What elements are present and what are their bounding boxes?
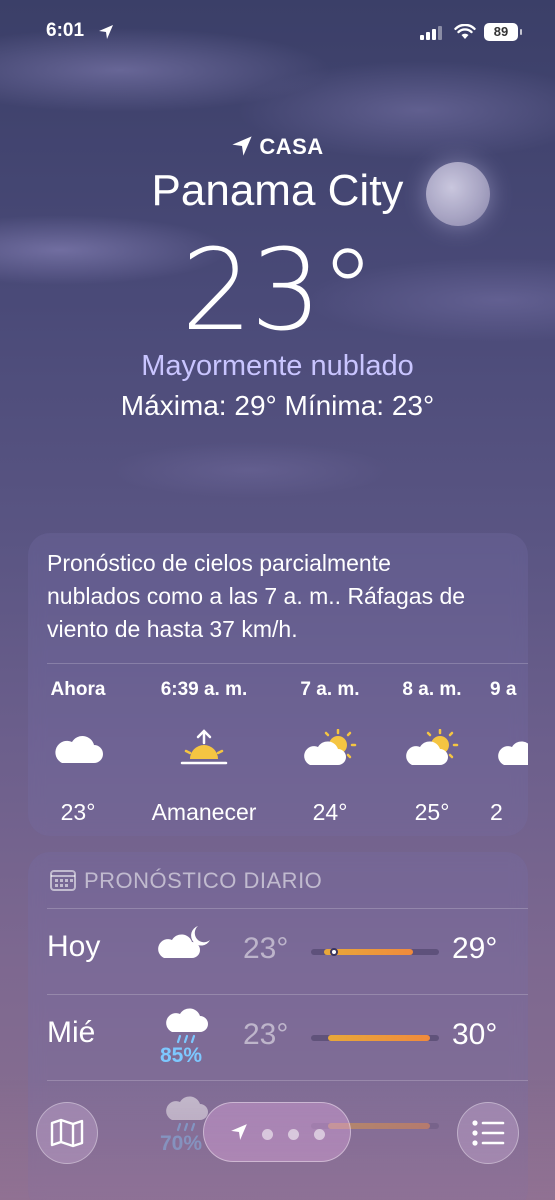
location-arrow-icon: [99, 25, 113, 39]
partly-sunny-icon: [498, 741, 528, 765]
page-dot[interactable]: [288, 1129, 299, 1140]
sunrise-icon: [180, 729, 228, 765]
day-high: 30°: [452, 1018, 498, 1051]
map-button[interactable]: [36, 1102, 98, 1164]
daily-header-label: PRONÓSTICO DIARIO: [84, 868, 323, 893]
partly-sunny-icon: [406, 729, 459, 765]
hour-item: Ahora 23°: [28, 673, 128, 833]
divider: [47, 994, 528, 995]
locations-list-button[interactable]: [457, 1102, 519, 1164]
sunrise-label: Amanecer: [151, 799, 257, 825]
hour-time: 6:39 a. m.: [160, 679, 248, 700]
wifi-icon: [454, 24, 476, 39]
divider: [47, 908, 528, 909]
daily-header: PRONÓSTICO DIARIO: [50, 868, 322, 894]
hour-item: 6:39 a. m. Amanecer: [134, 673, 274, 833]
partly-sunny-icon: [304, 729, 357, 765]
hour-time: 7 a. m.: [300, 679, 360, 700]
divider: [47, 663, 528, 664]
location-arrow-icon: [232, 136, 252, 156]
day-name: Mié: [47, 1016, 96, 1049]
status-time: 6:01: [46, 20, 85, 41]
cloud-rain-icon: [166, 1008, 208, 1044]
temperature-range-bar: [311, 948, 439, 956]
day-low: 23°: [243, 1018, 289, 1051]
precipitation-chance: 85%: [159, 1044, 203, 1067]
day-row[interactable]: Mié 85% 23° 30°: [28, 996, 528, 1082]
status-bar: 6:01 89: [0, 18, 555, 48]
hour-time: Ahora: [50, 679, 106, 700]
cellular-signal-icon: [420, 26, 442, 40]
hour-temperature: 25°: [414, 799, 450, 825]
hour-time: 9 a: [490, 679, 517, 700]
current-temperature: 23°: [181, 226, 376, 356]
hour-temperature: 23°: [60, 799, 96, 825]
day-low: 23°: [243, 932, 289, 965]
location-label: CASA: [259, 134, 324, 159]
location-pager[interactable]: [203, 1102, 351, 1162]
temperature-range-bar: [311, 1035, 439, 1041]
temperature-range-fill: [327, 1035, 431, 1041]
hour-temperature: 2: [490, 799, 503, 825]
current-temperature-dot: [330, 948, 339, 956]
battery-indicator: 89: [484, 23, 522, 41]
day-row[interactable]: Hoy 23° 29°: [28, 910, 528, 996]
map-icon: [50, 1118, 84, 1148]
hour-item: 7 a. m. 24°: [280, 673, 380, 833]
cloud-icon: [55, 736, 103, 763]
city-name: Panama City: [151, 166, 404, 215]
hour-item-partial: 9 a 2: [490, 673, 528, 833]
high-low-temperatures: Máxima: 29° Mínima: 23°: [120, 390, 435, 421]
page-dot[interactable]: [314, 1129, 325, 1140]
list-icon: [472, 1120, 505, 1146]
current-condition: Mayormente nublado: [141, 350, 414, 382]
page-dot[interactable]: [262, 1129, 273, 1140]
hour-temperature: 24°: [312, 799, 348, 825]
forecast-summary: Pronóstico de cielos parcialmente nublad…: [47, 550, 466, 642]
day-name: Hoy: [47, 930, 101, 963]
hourly-scroll[interactable]: Ahora 23° 6:39 a. m. Amanecer 7 a. m. 24…: [28, 673, 528, 833]
hour-item: 8 a. m. 25°: [382, 673, 482, 833]
day-high: 29°: [452, 932, 498, 965]
divider: [47, 1080, 528, 1081]
current-location-icon: [231, 1124, 247, 1140]
hourly-forecast-card[interactable]: Pronóstico de cielos parcialmente nublad…: [28, 533, 528, 836]
calendar-icon: [50, 870, 76, 891]
hour-time: 8 a. m.: [402, 679, 462, 700]
cloud-moon-icon: [158, 926, 210, 958]
location-label-row: CASA: [0, 134, 555, 160]
